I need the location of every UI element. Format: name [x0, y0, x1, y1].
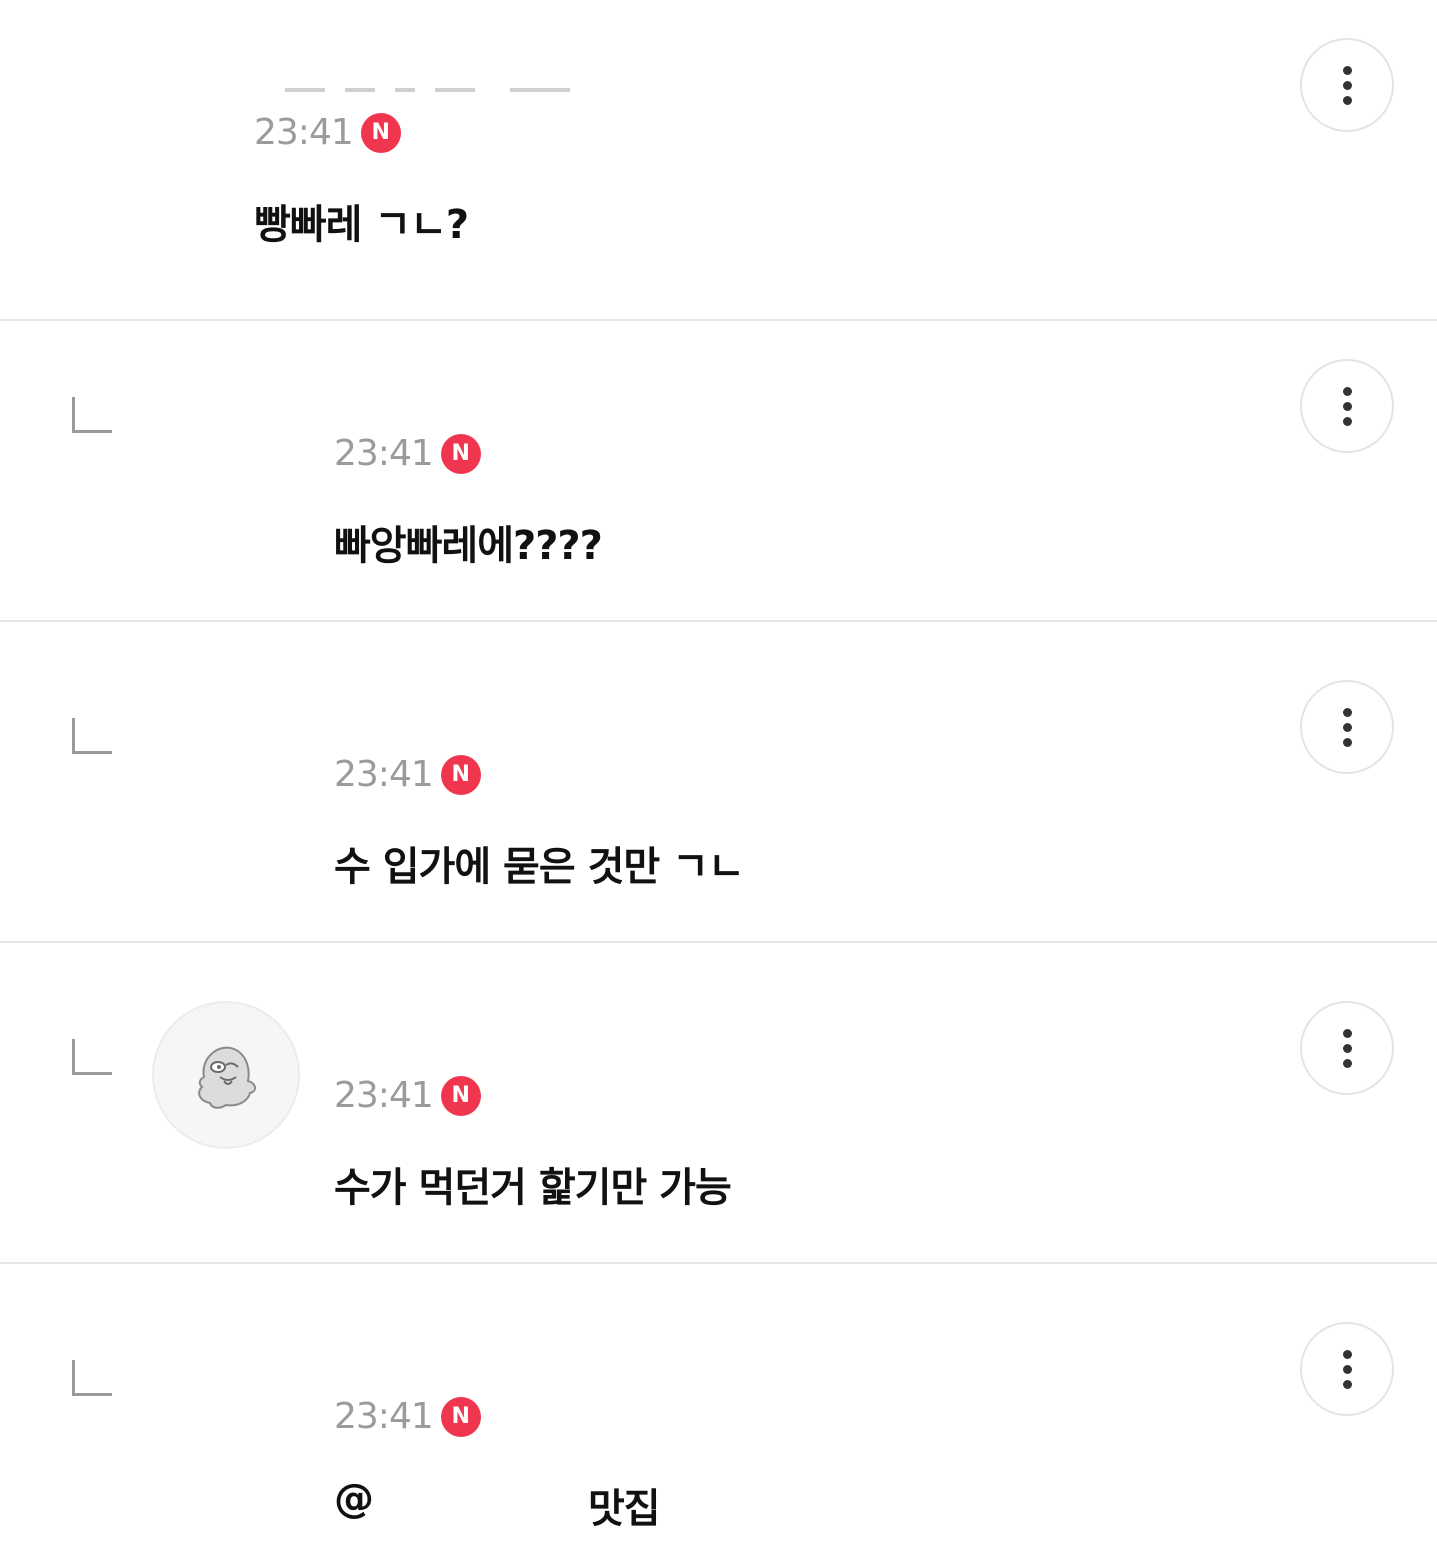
reply-arrow-icon: [72, 397, 112, 433]
avatar[interactable]: [152, 1001, 300, 1149]
avatar[interactable]: [152, 684, 300, 832]
comment-item: 23:41 N 빵빠레 ㄱㄴ?: [0, 0, 1437, 321]
comment-time: 23:41: [334, 1396, 434, 1437]
more-vertical-icon: [1342, 707, 1352, 717]
more-vertical-icon: [1342, 1349, 1352, 1359]
new-badge-icon: N: [440, 433, 481, 474]
more-vertical-icon: [1342, 65, 1352, 75]
new-badge-icon: N: [440, 754, 481, 795]
more-options-button[interactable]: [1300, 680, 1394, 774]
comment-text: 맛집: [588, 1486, 661, 1532]
comment-meta: 23:41 N: [334, 433, 481, 474]
more-options-button[interactable]: [1300, 38, 1394, 132]
more-options-button[interactable]: [1300, 1001, 1394, 1095]
comment-meta: 23:41 N: [334, 1075, 481, 1116]
comment-text: 수가 먹던거 핥기만 가능: [334, 1165, 732, 1211]
more-vertical-icon: [1342, 1028, 1352, 1038]
comment-meta: 23:41 N: [334, 1396, 481, 1437]
new-badge-icon: N: [440, 1396, 481, 1437]
comment-meta: 23:41 N: [334, 754, 481, 795]
redacted-username-fragment: [285, 88, 570, 92]
comment-text: 빠앙빠레에????: [334, 523, 603, 569]
more-options-button[interactable]: [1300, 1322, 1394, 1416]
mention-tag[interactable]: @: [334, 1476, 374, 1522]
comment-item: 23:41 N 빠앙빠레에????: [0, 301, 1437, 622]
comment-text: 빵빠레 ㄱㄴ?: [254, 202, 469, 248]
comment-text: 수 입가에 묻은 것만 ㄱㄴ: [334, 844, 745, 890]
comment-item: 23:41 N @ 맛집: [0, 1264, 1437, 1567]
comment-time: 23:41: [334, 433, 434, 474]
avatar[interactable]: [152, 357, 300, 505]
more-options-button[interactable]: [1300, 359, 1394, 453]
comment-meta: 23:41 N: [254, 112, 401, 153]
avatar[interactable]: [152, 1322, 300, 1470]
comment-time: 23:41: [254, 112, 354, 153]
comment-item: 23:41 N 수가 먹던거 핥기만 가능: [0, 943, 1437, 1264]
reply-arrow-icon: [72, 1360, 112, 1396]
comment-time: 23:41: [334, 754, 434, 795]
avatar[interactable]: [72, 50, 220, 198]
new-badge-icon: N: [360, 112, 401, 153]
more-vertical-icon: [1342, 386, 1352, 396]
reply-arrow-icon: [72, 718, 112, 754]
comment-item: 23:41 N 수 입가에 묻은 것만 ㄱㄴ: [0, 622, 1437, 943]
comment-time: 23:41: [334, 1075, 434, 1116]
reply-arrow-icon: [72, 1039, 112, 1075]
new-badge-icon: N: [440, 1075, 481, 1116]
mascot-avatar-icon: [198, 1046, 256, 1109]
comment-list: 23:41 N 빵빠레 ㄱㄴ? 23:41 N 빠앙빠레에???? 23:41: [0, 0, 1437, 1567]
